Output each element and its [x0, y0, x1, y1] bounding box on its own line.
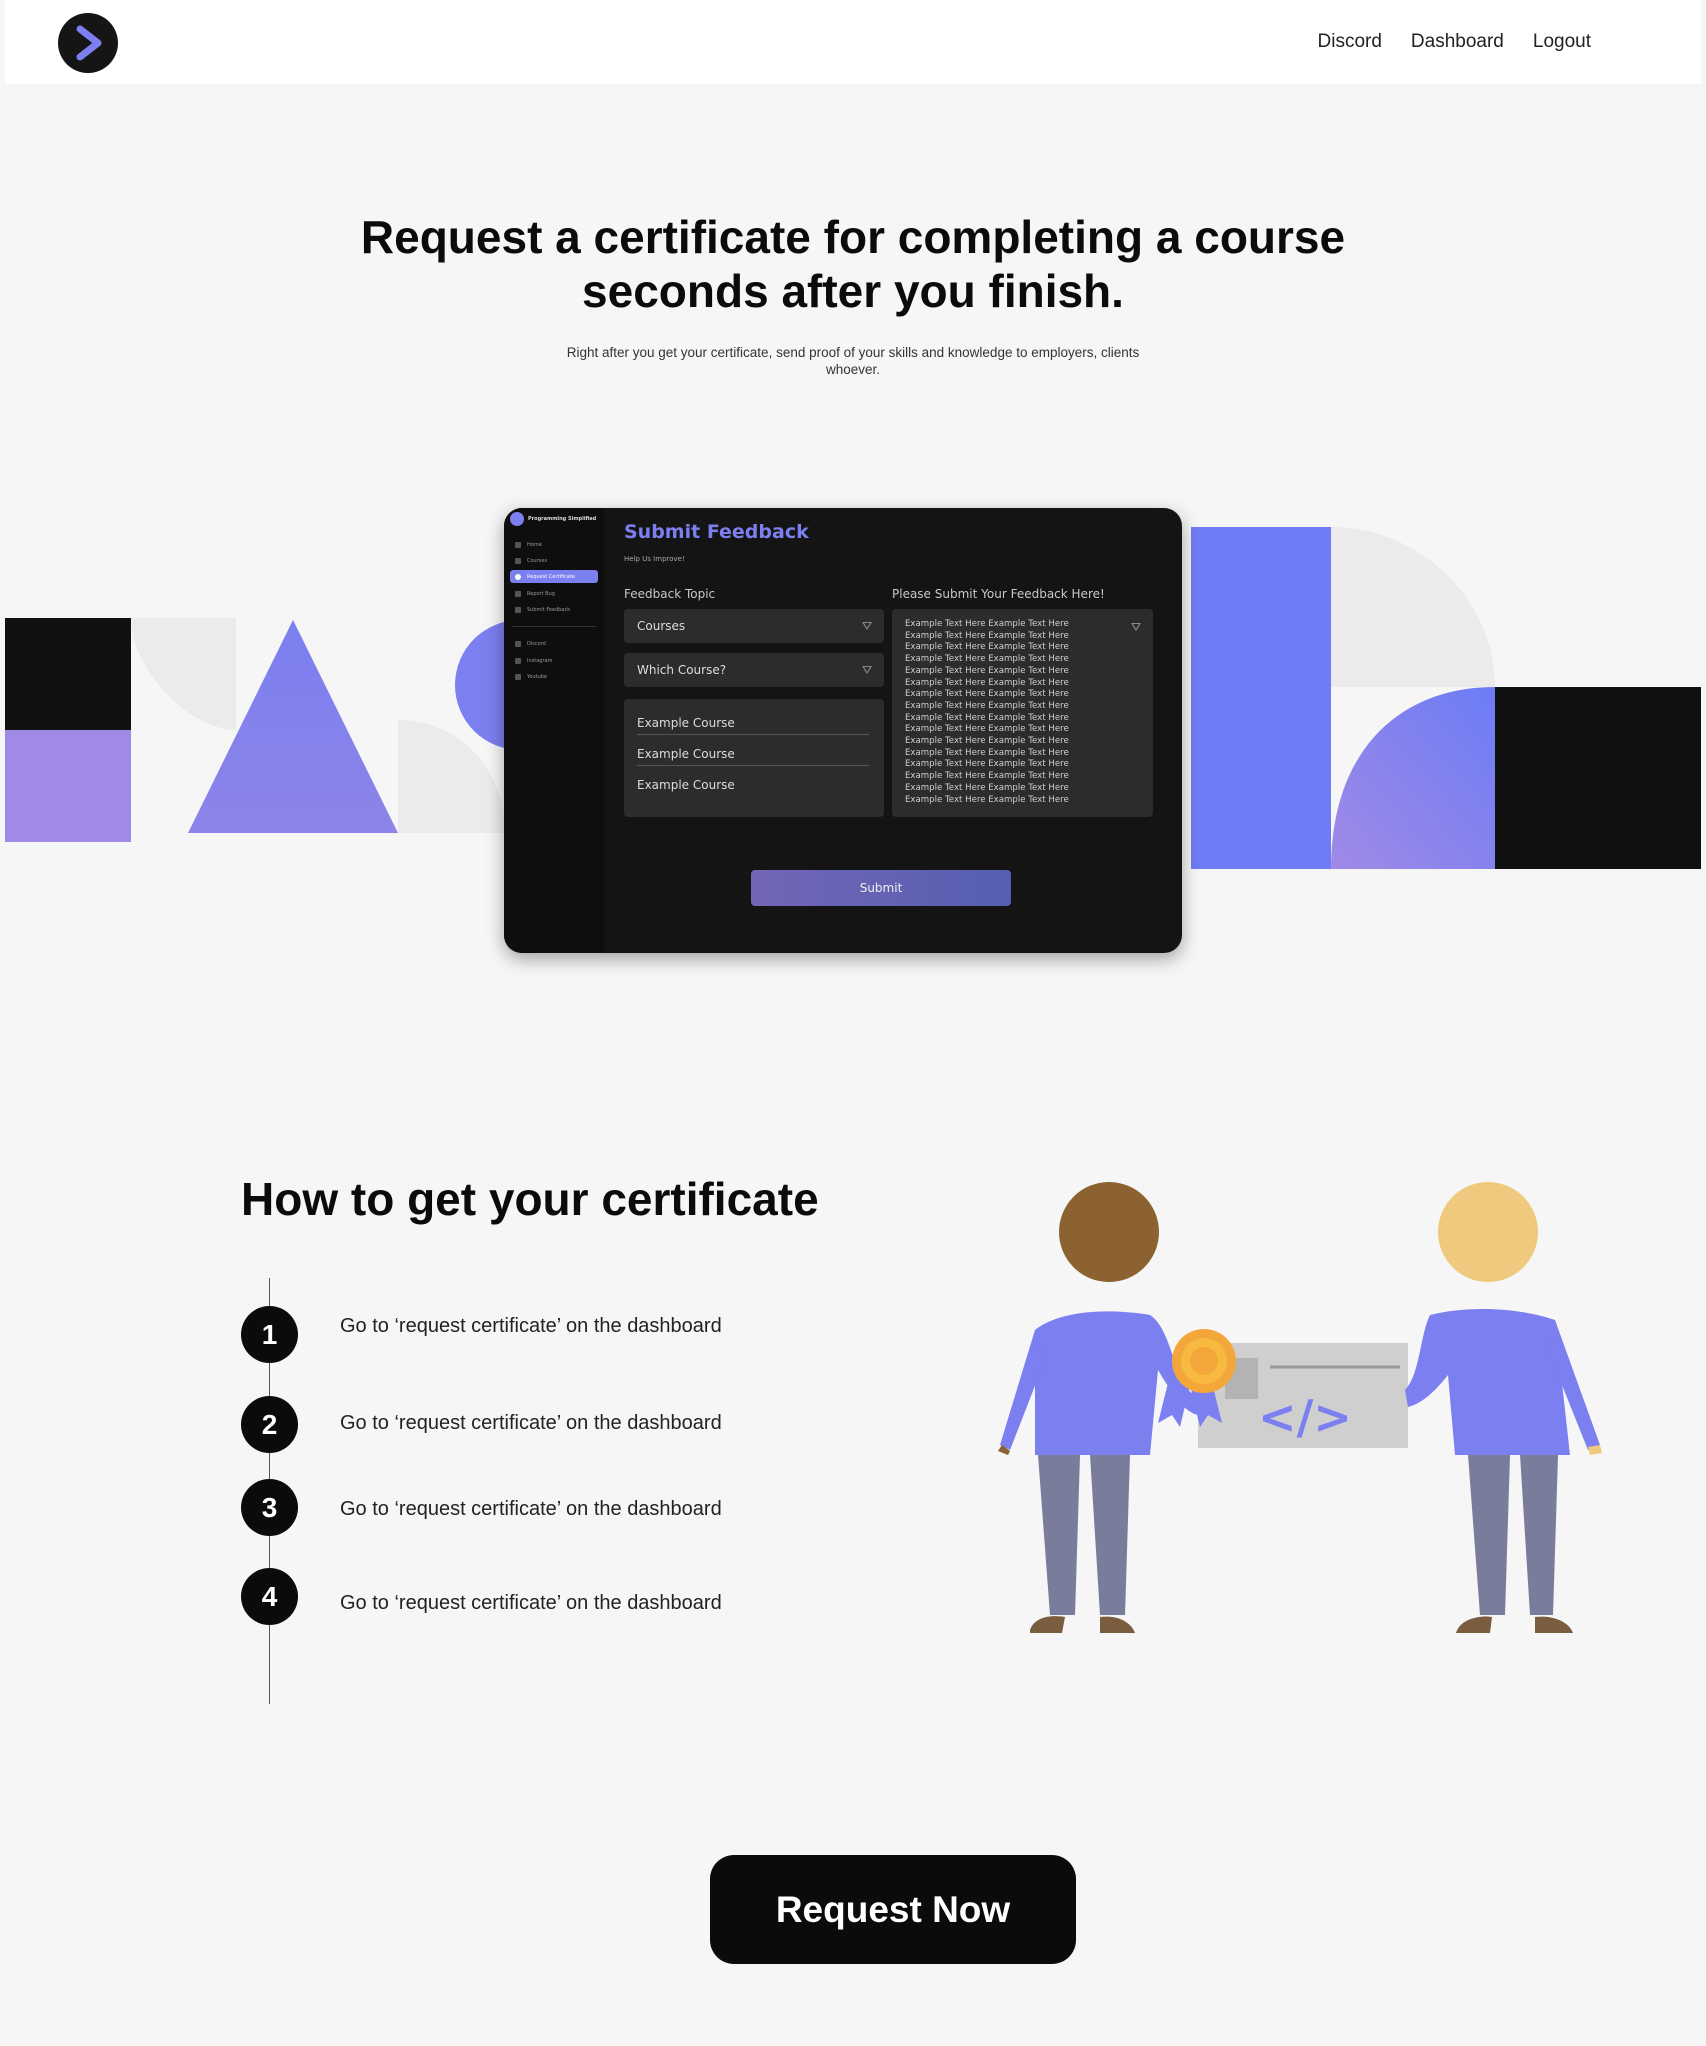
mockup-brand: Programming Simplified — [510, 512, 596, 526]
mockup-topic-select: Courses — [624, 609, 884, 643]
code-icon: </> — [1258, 1390, 1352, 1444]
mockup-feedback-line: Example Text Here Example Text Here — [905, 630, 1069, 641]
lavender-square-shape — [5, 730, 131, 842]
step-text: Go to ‘request certificate’ on the dashb… — [340, 1412, 722, 1434]
step-number-badge: 3 — [241, 1479, 298, 1536]
mockup-feedback-line: Example Text Here Example Text Here — [905, 771, 1069, 782]
step-number-badge: 1 — [241, 1306, 298, 1363]
step-text: Go to ‘request certificate’ on the dashb… — [340, 1498, 722, 1520]
mockup-title: Submit Feedback — [624, 521, 809, 543]
mockup-sidebar: Programming Simplified Home Courses Requ… — [504, 508, 604, 953]
nav-link-discord[interactable]: Discord — [1318, 31, 1382, 53]
mockup-course-list: Example Course Example Course Example Co… — [624, 699, 884, 817]
mockup-nav-label: Instagram — [527, 657, 553, 664]
light-arc-shape — [1331, 527, 1495, 687]
mockup-nav-label: Request Certificate — [527, 573, 575, 580]
step-number-badge: 4 — [241, 1568, 298, 1625]
right-person-body — [1405, 1308, 1570, 1455]
mockup-brand-label: Programming Simplified — [528, 516, 597, 522]
mockup-nav-label: Report Bug — [527, 590, 555, 597]
mockup-feedback-line: Example Text Here Example Text Here — [905, 782, 1069, 793]
blue-rect-shape — [1191, 527, 1331, 869]
nav-links: Discord Dashboard Logout — [1318, 0, 1591, 84]
mockup-topic-value: Courses — [637, 619, 686, 633]
mockup-feedback-label: Please Submit Your Feedback Here! — [892, 587, 1105, 601]
chevron-down-icon — [1131, 623, 1141, 631]
mockup-feedback-line: Example Text Here Example Text Here — [905, 759, 1069, 770]
certificate-handoff-illustration: </> — [998, 1182, 1602, 1633]
nav-link-dashboard[interactable]: Dashboard — [1411, 31, 1504, 53]
app-mockup: Programming Simplified Home Courses Requ… — [504, 508, 1182, 953]
step-number-badge: 2 — [241, 1396, 298, 1453]
certificate-icon — [515, 573, 521, 580]
mockup-course-option: Example Course — [637, 778, 735, 792]
mockup-course-option: Example Course — [637, 742, 869, 766]
mockup-nav-youtube: Youtube — [510, 670, 598, 683]
home-icon — [515, 541, 521, 548]
chevron-down-icon — [862, 666, 872, 674]
bug-icon — [515, 590, 521, 597]
mockup-feedback-line: Example Text Here Example Text Here — [905, 665, 1069, 676]
mockup-feedback-line: Example Text Here Example Text Here — [905, 724, 1069, 735]
mockup-nav-label: Submit Feedback — [527, 606, 571, 613]
light-quarter-shape — [131, 618, 236, 730]
mockup-feedback-line: Example Text Here Example Text Here — [905, 794, 1069, 805]
mockup-course-select: Which Course? — [624, 653, 884, 687]
mockup-nav-label: Youtube — [527, 673, 547, 680]
mockup-feedback-line: Example Text Here Example Text Here — [905, 689, 1069, 700]
mockup-nav-discord: Discord — [510, 637, 598, 650]
request-now-button[interactable]: Request Now — [710, 1855, 1076, 1964]
step-text: Go to ‘request certificate’ on the dashb… — [340, 1592, 722, 1614]
hero-subtitle: Right after you get your certificate, se… — [566, 345, 1140, 377]
mockup-feedback-line: Example Text Here Example Text Here — [905, 619, 1069, 629]
mockup-nav-instagram: Instagram — [510, 654, 598, 667]
black-square-shape — [5, 618, 131, 730]
black-rect-shape — [1495, 687, 1701, 869]
chevron-down-icon — [862, 622, 872, 630]
step-text: Go to ‘request certificate’ on the dashb… — [340, 1315, 722, 1337]
mockup-nav-courses: Courses — [510, 554, 598, 567]
mockup-nav-home: Home — [510, 538, 598, 551]
mockup-feedback-line: Example Text Here Example Text Here — [905, 677, 1069, 688]
courses-icon — [515, 557, 521, 564]
mockup-feedback-line: Example Text Here Example Text Here — [905, 712, 1069, 723]
youtube-icon — [515, 673, 521, 680]
mockup-nav-report-bug: Report Bug — [510, 587, 598, 600]
logo-icon[interactable] — [58, 13, 118, 73]
mockup-divider — [512, 626, 596, 627]
mockup-feedback-line: Example Text Here Example Text Here — [905, 736, 1069, 747]
right-person-head — [1438, 1182, 1538, 1282]
mockup-feedback-textarea: Example Text Here Example Text Here Examp… — [892, 609, 1153, 817]
mockup-nav-label: Home — [527, 541, 542, 548]
mockup-feedback-line: Example Text Here Example Text Here — [905, 642, 1069, 653]
mockup-logo-icon — [510, 512, 524, 526]
nav-link-logout[interactable]: Logout — [1533, 31, 1591, 53]
instagram-icon — [515, 657, 521, 664]
mockup-feedback-line: Example Text Here Example Text Here — [905, 654, 1069, 665]
gradient-leaf-shape — [1331, 687, 1495, 869]
top-navbar: Discord Dashboard Logout — [5, 0, 1701, 84]
mockup-feedback-text: Example Text Here Example Text Here Examp… — [905, 619, 1140, 806]
left-person-head — [1059, 1182, 1159, 1282]
mockup-course-value: Which Course? — [637, 663, 727, 677]
how-to-title: How to get your certificate — [241, 1173, 819, 1225]
mockup-nav-label: Courses — [527, 557, 548, 564]
mockup-subtitle: Help Us Improve! — [624, 555, 685, 563]
feedback-icon — [515, 606, 521, 613]
mockup-nav-submit-feedback: Submit Feedback — [510, 603, 598, 616]
mockup-submit-button: Submit — [751, 870, 1011, 906]
hero-title: Request a certificate for completing a c… — [360, 211, 1346, 317]
mockup-course-option: Example Course — [637, 711, 869, 735]
mockup-feedback-line: Example Text Here Example Text Here — [905, 700, 1069, 711]
discord-icon — [515, 640, 521, 647]
mockup-feedback-line: Example Text Here Example Text Here — [905, 747, 1069, 758]
mockup-nav-request-certificate: Request Certificate — [510, 570, 598, 583]
mockup-topic-label: Feedback Topic — [624, 587, 716, 601]
mockup-nav-label: Discord — [527, 640, 546, 647]
